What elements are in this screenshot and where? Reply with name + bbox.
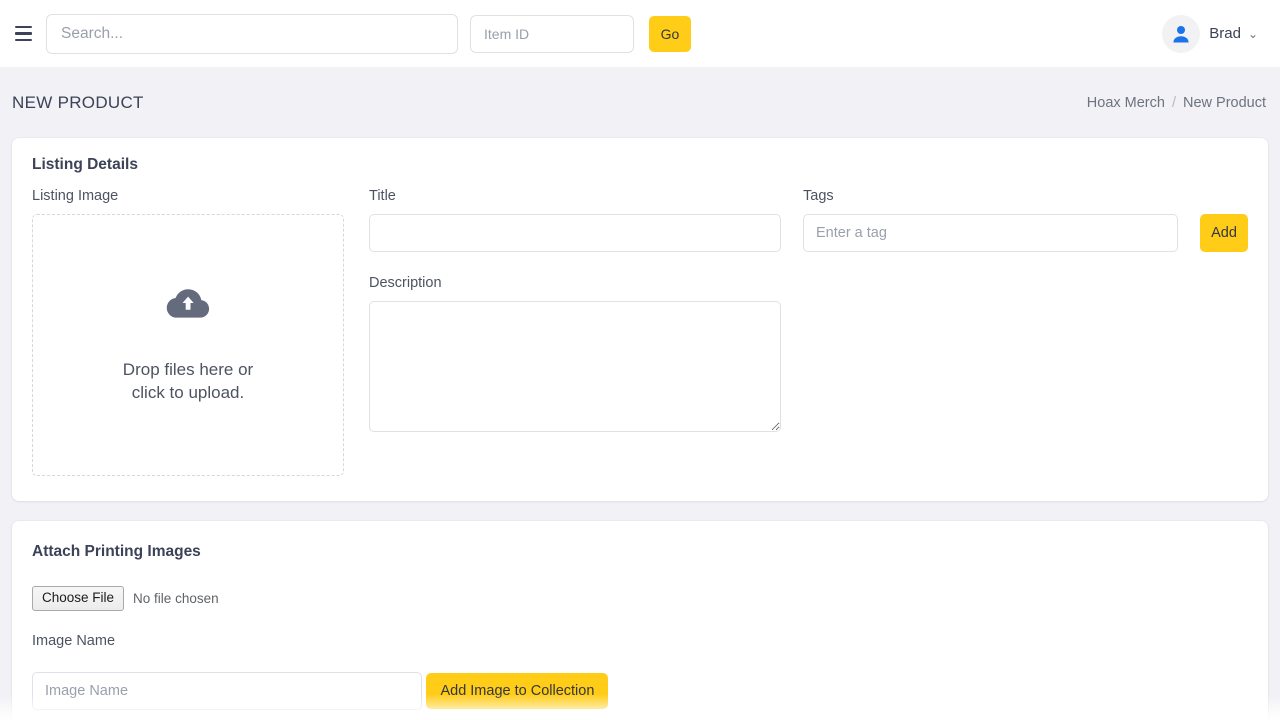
file-picker-row: Choose File No file chosen (32, 586, 1248, 612)
hamburger-menu-icon[interactable] (8, 19, 38, 49)
title-description-column: Title Description (369, 188, 781, 432)
title-label: Title (369, 188, 396, 204)
chevron-down-icon[interactable]: ⌄ (1248, 28, 1258, 40)
item-id-input[interactable] (470, 14, 634, 53)
choose-file-button[interactable]: Choose File (32, 586, 125, 612)
dropzone-text: Drop files here or click to upload. (123, 358, 253, 405)
dropzone-line-1: Drop files here or (122, 359, 254, 379)
tag-input[interactable] (803, 214, 1178, 252)
image-name-input[interactable] (32, 672, 422, 711)
user-name-label: Brad (1209, 25, 1241, 42)
cloud-upload-icon (165, 286, 211, 327)
breadcrumb-item-current: New Product (1182, 94, 1266, 111)
search-input[interactable] (46, 13, 458, 54)
tags-column: Tags Add (803, 188, 1248, 252)
page-header: NEW PRODUCT Hoax Merch / New Product (0, 67, 1280, 138)
hamburger-bar (14, 38, 32, 42)
listing-details-card: Listing Details Listing Image Drop files… (12, 138, 1268, 501)
go-button[interactable]: Go (649, 15, 691, 52)
listing-image-label: Listing Image (32, 188, 119, 204)
dropzone-line-2: click to upload. (131, 383, 245, 402)
description-textarea[interactable] (369, 301, 781, 432)
no-file-chosen-label: No file chosen (133, 591, 219, 607)
listing-details-title: Listing Details (32, 156, 138, 173)
top-navbar: Go Brad ⌄ (0, 0, 1280, 67)
user-avatar-icon (1162, 14, 1201, 53)
attach-printing-images-title: Attach Printing Images (32, 543, 201, 560)
hamburger-bar (14, 25, 32, 29)
listing-image-column: Listing Image Drop files here or click t… (32, 188, 344, 476)
add-tag-button[interactable]: Add (1200, 214, 1248, 252)
description-label: Description (369, 275, 442, 291)
image-name-label: Image Name (32, 633, 116, 650)
breadcrumb-item-parent[interactable]: Hoax Merch (1087, 95, 1165, 111)
attach-printing-images-card: Attach Printing Images Choose File No fi… (12, 521, 1268, 720)
title-input[interactable] (369, 214, 781, 252)
add-image-to-collection-button[interactable]: Add Image to Collection (426, 673, 609, 710)
breadcrumb-separator: / (1171, 94, 1176, 111)
breadcrumb: Hoax Merch / New Product (1087, 95, 1268, 111)
hamburger-bar (14, 32, 32, 35)
user-menu[interactable]: Brad ⌄ (1162, 14, 1264, 53)
tags-label: Tags (803, 188, 834, 204)
page-title: NEW PRODUCT (12, 92, 144, 112)
image-dropzone[interactable]: Drop files here or click to upload. (32, 214, 344, 476)
